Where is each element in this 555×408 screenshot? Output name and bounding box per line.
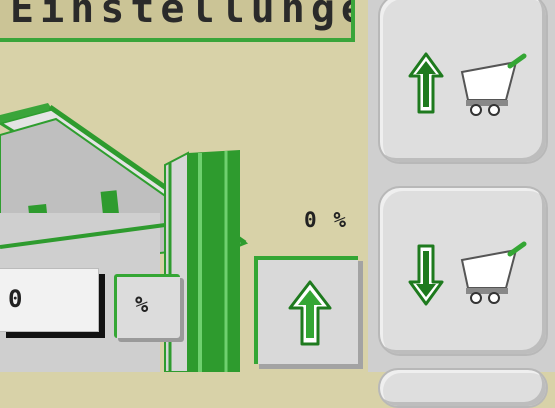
arrow-down-icon [408,244,444,306]
readout-value: 0 [304,208,319,232]
percent-readout: 0 % [304,208,348,232]
page-title: Einstellungen [10,0,351,32]
value-field[interactable]: 0 [0,268,99,332]
arrow-up-icon [288,280,332,346]
cart-icon [460,53,527,116]
arrow-up-icon [408,52,444,114]
next-side-button[interactable] [378,368,548,408]
title-bar: Einstellungen [0,0,355,42]
readout-unit: % [333,208,348,232]
unit-button-label: % [135,293,149,318]
value-field-text: 0 [8,285,23,313]
unit-button[interactable]: % [114,274,180,338]
raise-button[interactable] [254,256,358,364]
cart-up-button[interactable] [378,0,548,164]
side-button-panel [368,0,555,408]
cart-icon [460,241,527,304]
cart-down-button[interactable] [378,186,548,356]
